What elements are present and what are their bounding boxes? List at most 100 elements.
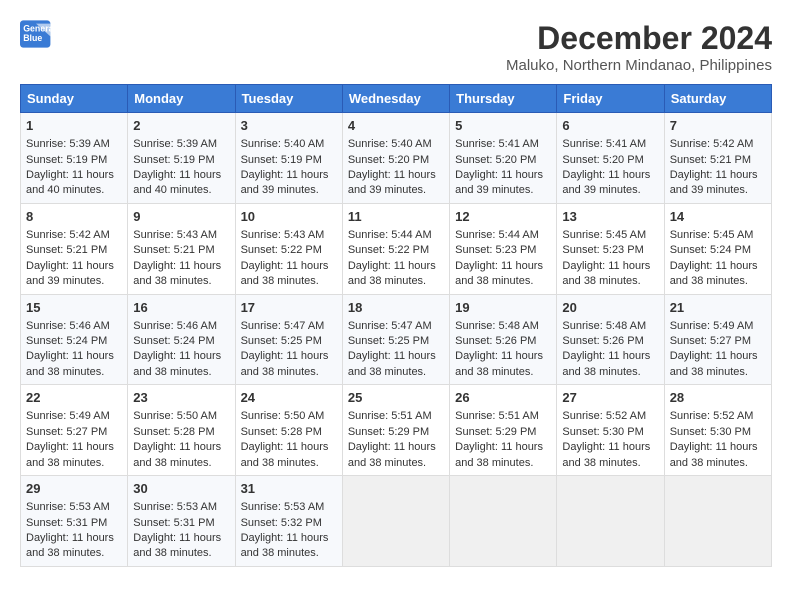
day-number: 28 [670,389,766,407]
day-number: 12 [455,208,551,226]
weekday-header-tuesday: Tuesday [235,85,342,113]
weekday-header-friday: Friday [557,85,664,113]
day-number: 21 [670,299,766,317]
calendar-cell: 27Sunrise: 5:52 AM Sunset: 5:30 PM Dayli… [557,385,664,476]
day-info: Sunrise: 5:49 AM Sunset: 5:27 PM Dayligh… [26,409,122,471]
day-number: 30 [133,480,229,498]
day-info: Sunrise: 5:53 AM Sunset: 5:31 PM Dayligh… [133,500,229,562]
calendar-cell: 17Sunrise: 5:47 AM Sunset: 5:25 PM Dayli… [235,294,342,385]
day-info: Sunrise: 5:43 AM Sunset: 5:21 PM Dayligh… [133,228,229,290]
calendar-cell: 8Sunrise: 5:42 AM Sunset: 5:21 PM Daylig… [21,203,128,294]
day-info: Sunrise: 5:45 AM Sunset: 5:23 PM Dayligh… [562,228,658,290]
calendar-cell: 29Sunrise: 5:53 AM Sunset: 5:31 PM Dayli… [21,476,128,567]
day-info: Sunrise: 5:53 AM Sunset: 5:31 PM Dayligh… [26,500,122,562]
page-header: General Blue December 2024 Maluko, North… [20,20,772,74]
calendar-cell: 30 Sunrise: 5:53 AM Sunset: 5:31 PM Dayli… [128,476,235,567]
weekday-header-thursday: Thursday [450,85,557,113]
day-number: 9 [133,208,229,226]
day-number: 11 [348,208,444,226]
calendar-cell: 24 Sunrise: 5:50 AM Sunset: 5:28 PM Dayli… [235,385,342,476]
day-number: 27 [562,389,658,407]
day-info: Sunrise: 5:40 AM Sunset: 5:20 PM Dayligh… [348,137,444,199]
calendar-cell: 21 Sunrise: 5:49 AM Sunset: 5:27 PM Dayli… [664,294,771,385]
day-number: 17 [241,299,337,317]
calendar-cell: 11 Sunrise: 5:44 AM Sunset: 5:22 PM Dayli… [342,203,449,294]
day-info: Sunrise: 5:47 AM Sunset: 5:25 PM Dayligh… [348,319,444,381]
calendar-week-1: 1 Sunrise: 5:39 AM Sunset: 5:19 PM Daylig… [21,113,772,204]
day-number: 6 [562,117,658,135]
day-number: 10 [241,208,337,226]
day-number: 1 [26,117,122,135]
weekday-header-wednesday: Wednesday [342,85,449,113]
calendar-cell: 22 Sunrise: 5:49 AM Sunset: 5:27 PM Dayli… [21,385,128,476]
day-info: Sunrise: 5:48 AM Sunset: 5:26 PM Dayligh… [562,319,658,381]
calendar-cell: 15 Sunrise: 5:46 AM Sunset: 5:24 PM Dayli… [21,294,128,385]
page-subtitle: Maluko, Northern Mindanao, Philippines [506,57,772,74]
calendar-cell: 7 Sunrise: 5:42 AM Sunset: 5:21 PM Daylig… [664,113,771,204]
calendar-cell [450,476,557,567]
day-info: Sunrise: 5:40 AM Sunset: 5:19 PM Dayligh… [241,137,337,199]
day-info: Sunrise: 5:50 AM Sunset: 5:28 PM Dayligh… [241,409,337,471]
logo-icon: General Blue [20,20,52,48]
calendar-week-4: 22 Sunrise: 5:49 AM Sunset: 5:27 PM Dayli… [21,385,772,476]
calendar-cell: 2 Sunrise: 5:39 AM Sunset: 5:19 PM Daylig… [128,113,235,204]
day-number: 25 [348,389,444,407]
day-info: Sunrise: 5:52 AM Sunset: 5:30 PM Dayligh… [670,409,766,471]
weekday-header-row: SundayMondayTuesdayWednesdayThursdayFrid… [21,85,772,113]
calendar-cell [557,476,664,567]
day-info: Sunrise: 5:41 AM Sunset: 5:20 PM Dayligh… [562,137,658,199]
weekday-header-monday: Monday [128,85,235,113]
day-info: Sunrise: 5:41 AM Sunset: 5:20 PM Dayligh… [455,137,551,199]
day-info: Sunrise: 5:44 AM Sunset: 5:23 PM Dayligh… [455,228,551,290]
svg-text:General: General [23,24,52,34]
day-number: 31 [241,480,337,498]
day-number: 24 [241,389,337,407]
page-title: December 2024 [506,20,772,57]
calendar-cell: 23 Sunrise: 5:50 AM Sunset: 5:28 PM Dayli… [128,385,235,476]
calendar-table: SundayMondayTuesdayWednesdayThursdayFrid… [20,84,772,567]
day-number: 2 [133,117,229,135]
title-block: December 2024 Maluko, Northern Mindanao,… [506,20,772,74]
calendar-cell: 6 Sunrise: 5:41 AM Sunset: 5:20 PM Daylig… [557,113,664,204]
day-info: Sunrise: 5:44 AM Sunset: 5:22 PM Dayligh… [348,228,444,290]
day-number: 26 [455,389,551,407]
day-info: Sunrise: 5:53 AM Sunset: 5:32 PM Dayligh… [241,500,337,562]
weekday-header-sunday: Sunday [21,85,128,113]
day-number: 15 [26,299,122,317]
calendar-cell: 20 Sunrise: 5:48 AM Sunset: 5:26 PM Dayli… [557,294,664,385]
calendar-cell: 14Sunrise: 5:45 AM Sunset: 5:24 PM Dayli… [664,203,771,294]
calendar-week-3: 15 Sunrise: 5:46 AM Sunset: 5:24 PM Dayli… [21,294,772,385]
day-info: Sunrise: 5:50 AM Sunset: 5:28 PM Dayligh… [133,409,229,471]
day-info: Sunrise: 5:39 AM Sunset: 5:19 PM Dayligh… [26,137,122,199]
day-number: 5 [455,117,551,135]
day-info: Sunrise: 5:51 AM Sunset: 5:29 PM Dayligh… [455,409,551,471]
day-number: 8 [26,208,122,226]
day-number: 13 [562,208,658,226]
day-number: 4 [348,117,444,135]
day-info: Sunrise: 5:51 AM Sunset: 5:29 PM Dayligh… [348,409,444,471]
svg-text:Blue: Blue [23,33,42,43]
day-number: 19 [455,299,551,317]
day-number: 14 [670,208,766,226]
day-number: 3 [241,117,337,135]
calendar-cell: 12 Sunrise: 5:44 AM Sunset: 5:23 PM Dayli… [450,203,557,294]
day-info: Sunrise: 5:49 AM Sunset: 5:27 PM Dayligh… [670,319,766,381]
calendar-cell: 5 Sunrise: 5:41 AM Sunset: 5:20 PM Daylig… [450,113,557,204]
day-info: Sunrise: 5:42 AM Sunset: 5:21 PM Dayligh… [670,137,766,199]
day-number: 18 [348,299,444,317]
day-number: 7 [670,117,766,135]
day-info: Sunrise: 5:46 AM Sunset: 5:24 PM Dayligh… [133,319,229,381]
calendar-cell: 16Sunrise: 5:46 AM Sunset: 5:24 PM Dayli… [128,294,235,385]
weekday-header-saturday: Saturday [664,85,771,113]
day-info: Sunrise: 5:39 AM Sunset: 5:19 PM Dayligh… [133,137,229,199]
day-number: 23 [133,389,229,407]
day-number: 20 [562,299,658,317]
day-info: Sunrise: 5:46 AM Sunset: 5:24 PM Dayligh… [26,319,122,381]
calendar-cell: 13 Sunrise: 5:45 AM Sunset: 5:23 PM Dayli… [557,203,664,294]
calendar-cell: 4 Sunrise: 5:40 AM Sunset: 5:20 PM Daylig… [342,113,449,204]
calendar-cell: 18 Sunrise: 5:47 AM Sunset: 5:25 PM Dayli… [342,294,449,385]
calendar-cell: 9 Sunrise: 5:43 AM Sunset: 5:21 PM Daylig… [128,203,235,294]
calendar-cell: 10Sunrise: 5:43 AM Sunset: 5:22 PM Dayli… [235,203,342,294]
calendar-cell: 19Sunrise: 5:48 AM Sunset: 5:26 PM Dayli… [450,294,557,385]
day-number: 22 [26,389,122,407]
